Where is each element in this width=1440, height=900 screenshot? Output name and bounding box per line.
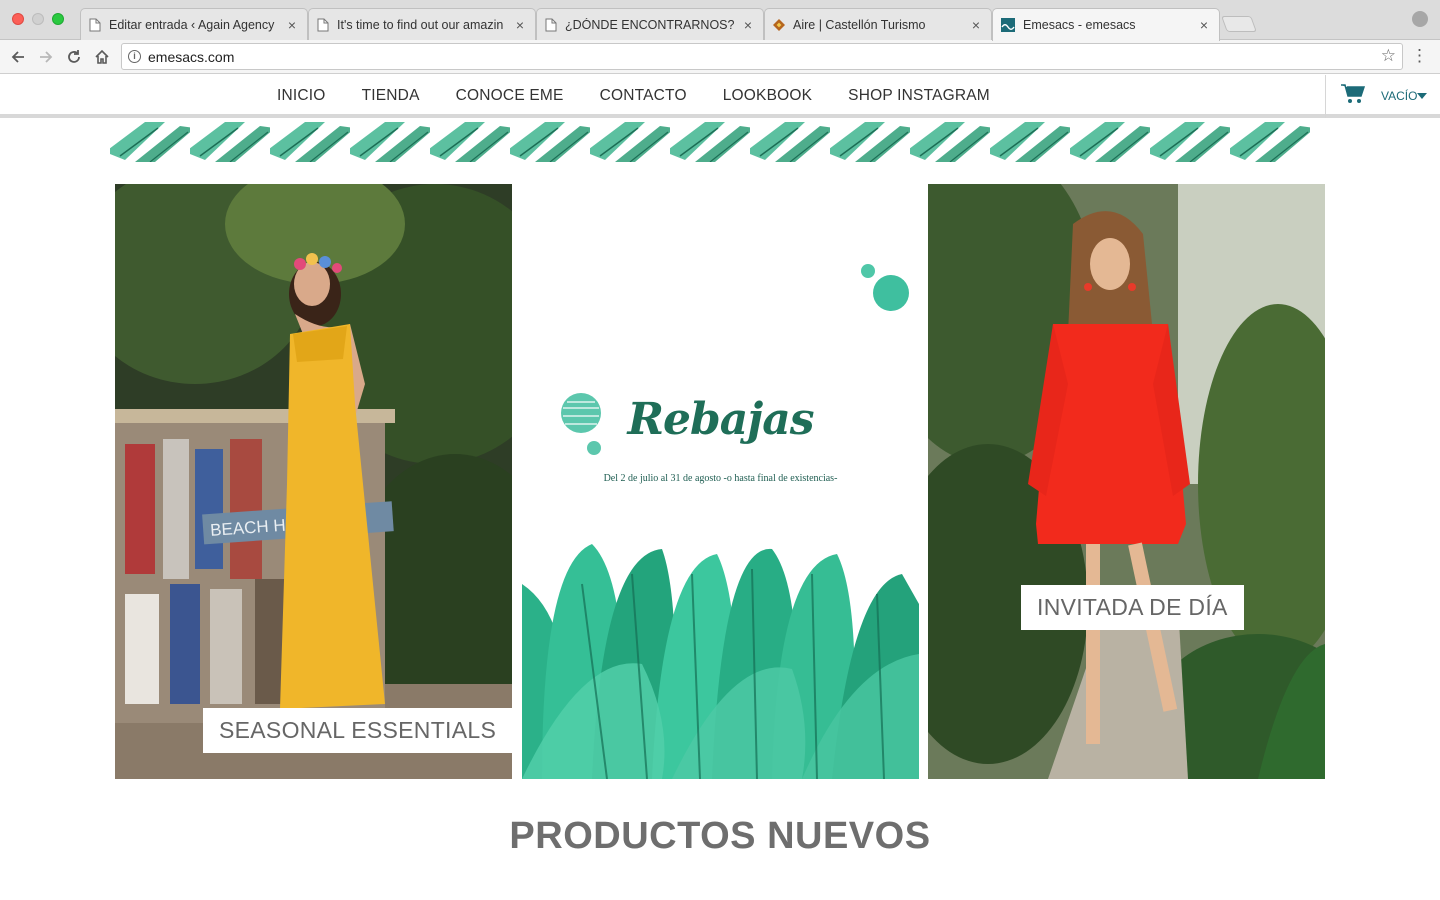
promo-tile-invitada[interactable]: INVITADA DE DÍA — [928, 184, 1325, 779]
minimize-window-button[interactable] — [32, 13, 44, 25]
back-arrow-icon[interactable] — [7, 46, 29, 68]
cart-widget[interactable]: VACÍO — [1325, 75, 1440, 118]
forward-arrow-icon[interactable] — [35, 46, 57, 68]
tile-caption[interactable]: SEASONAL ESSENTIALS — [203, 708, 512, 753]
leaf-pattern-image — [110, 122, 1310, 162]
profile-avatar-icon[interactable] — [1412, 11, 1428, 27]
url-text: emesacs.com — [148, 49, 235, 65]
menu-item-lookbook[interactable]: LOOKBOOK — [705, 87, 830, 105]
browser-toolbar: i emesacs.com ☆ ⋮ — [0, 40, 1440, 74]
browser-tab-active[interactable]: Emesacs - emesacs × — [992, 8, 1220, 41]
reload-icon[interactable] — [63, 46, 85, 68]
close-window-button[interactable] — [12, 13, 24, 25]
tab-close-icon[interactable]: × — [1197, 17, 1211, 33]
browser-tab[interactable]: Aire | Castellón Turismo × — [764, 8, 992, 40]
tile-caption[interactable]: INVITADA DE DÍA — [1021, 585, 1244, 630]
emesacs-favicon-icon — [1001, 18, 1015, 32]
tab-close-icon[interactable]: × — [285, 17, 299, 33]
castellon-favicon-icon — [773, 18, 785, 31]
tab-title: Editar entrada ‹ Again Agency — [109, 17, 275, 32]
red-dress-photo — [928, 184, 1325, 779]
site-info-icon[interactable]: i — [128, 50, 141, 63]
yellow-dress-photo: BEACH HO — [115, 184, 512, 779]
tab-title: It's time to find out our amazin — [337, 17, 504, 32]
leaf-banner — [110, 122, 1310, 162]
new-tab-button[interactable] — [1221, 16, 1257, 32]
tab-close-icon[interactable]: × — [741, 17, 755, 33]
document-icon — [89, 18, 101, 31]
promo-tile-seasonal[interactable]: BEACH HO SEASONAL ESSENTIALS — [115, 184, 512, 779]
home-icon[interactable] — [91, 46, 113, 68]
document-icon — [317, 18, 329, 31]
rebajas-subtitle: Del 2 de julio al 31 de agosto -o hasta … — [603, 473, 838, 484]
menu-item-inicio[interactable]: INICIO — [259, 87, 344, 105]
browser-tab[interactable]: It's time to find out our amazin × — [308, 8, 536, 40]
browser-menu-icon[interactable]: ⋮ — [1411, 47, 1428, 65]
site-header: INICIO TIENDA CONOCE EME CONTACTO LOOKBO… — [0, 75, 1440, 118]
menu-item-conoce-eme[interactable]: CONOCE EME — [438, 87, 582, 105]
tab-close-icon[interactable]: × — [513, 17, 527, 33]
tab-title: Emesacs - emesacs — [1023, 18, 1136, 32]
address-bar[interactable]: i emesacs.com ☆ — [121, 43, 1403, 70]
menu-item-tienda[interactable]: TIENDA — [344, 87, 438, 105]
tab-close-icon[interactable]: × — [969, 17, 983, 33]
maximize-window-button[interactable] — [52, 13, 64, 25]
main-menu: INICIO TIENDA CONOCE EME CONTACTO LOOKBO… — [259, 87, 1008, 105]
tab-title: Aire | Castellón Turismo — [793, 17, 926, 32]
shopping-cart-icon — [1341, 84, 1365, 103]
rebajas-title: Rebajas — [627, 394, 814, 445]
cart-status: VACÍO — [1381, 89, 1418, 103]
bookmark-star-icon[interactable]: ☆ — [1381, 46, 1396, 66]
chevron-down-icon — [1417, 93, 1427, 99]
browser-tab[interactable]: ¿DÓNDE ENCONTRARNOS? - I × — [536, 8, 764, 40]
promo-tile-rebajas[interactable]: Rebajas Del 2 de julio al 31 de agosto -… — [522, 184, 919, 779]
section-title: PRODUCTOS NUEVOS — [509, 815, 931, 857]
menu-item-shop-instagram[interactable]: SHOP INSTAGRAM — [830, 87, 1008, 105]
browser-tab[interactable]: Editar entrada ‹ Again Agency × — [80, 8, 308, 40]
tab-title: ¿DÓNDE ENCONTRARNOS? - I — [565, 17, 735, 32]
browser-tab-bar: Editar entrada ‹ Again Agency × It's tim… — [0, 0, 1440, 41]
menu-item-contacto[interactable]: CONTACTO — [582, 87, 705, 105]
document-icon — [545, 18, 557, 31]
